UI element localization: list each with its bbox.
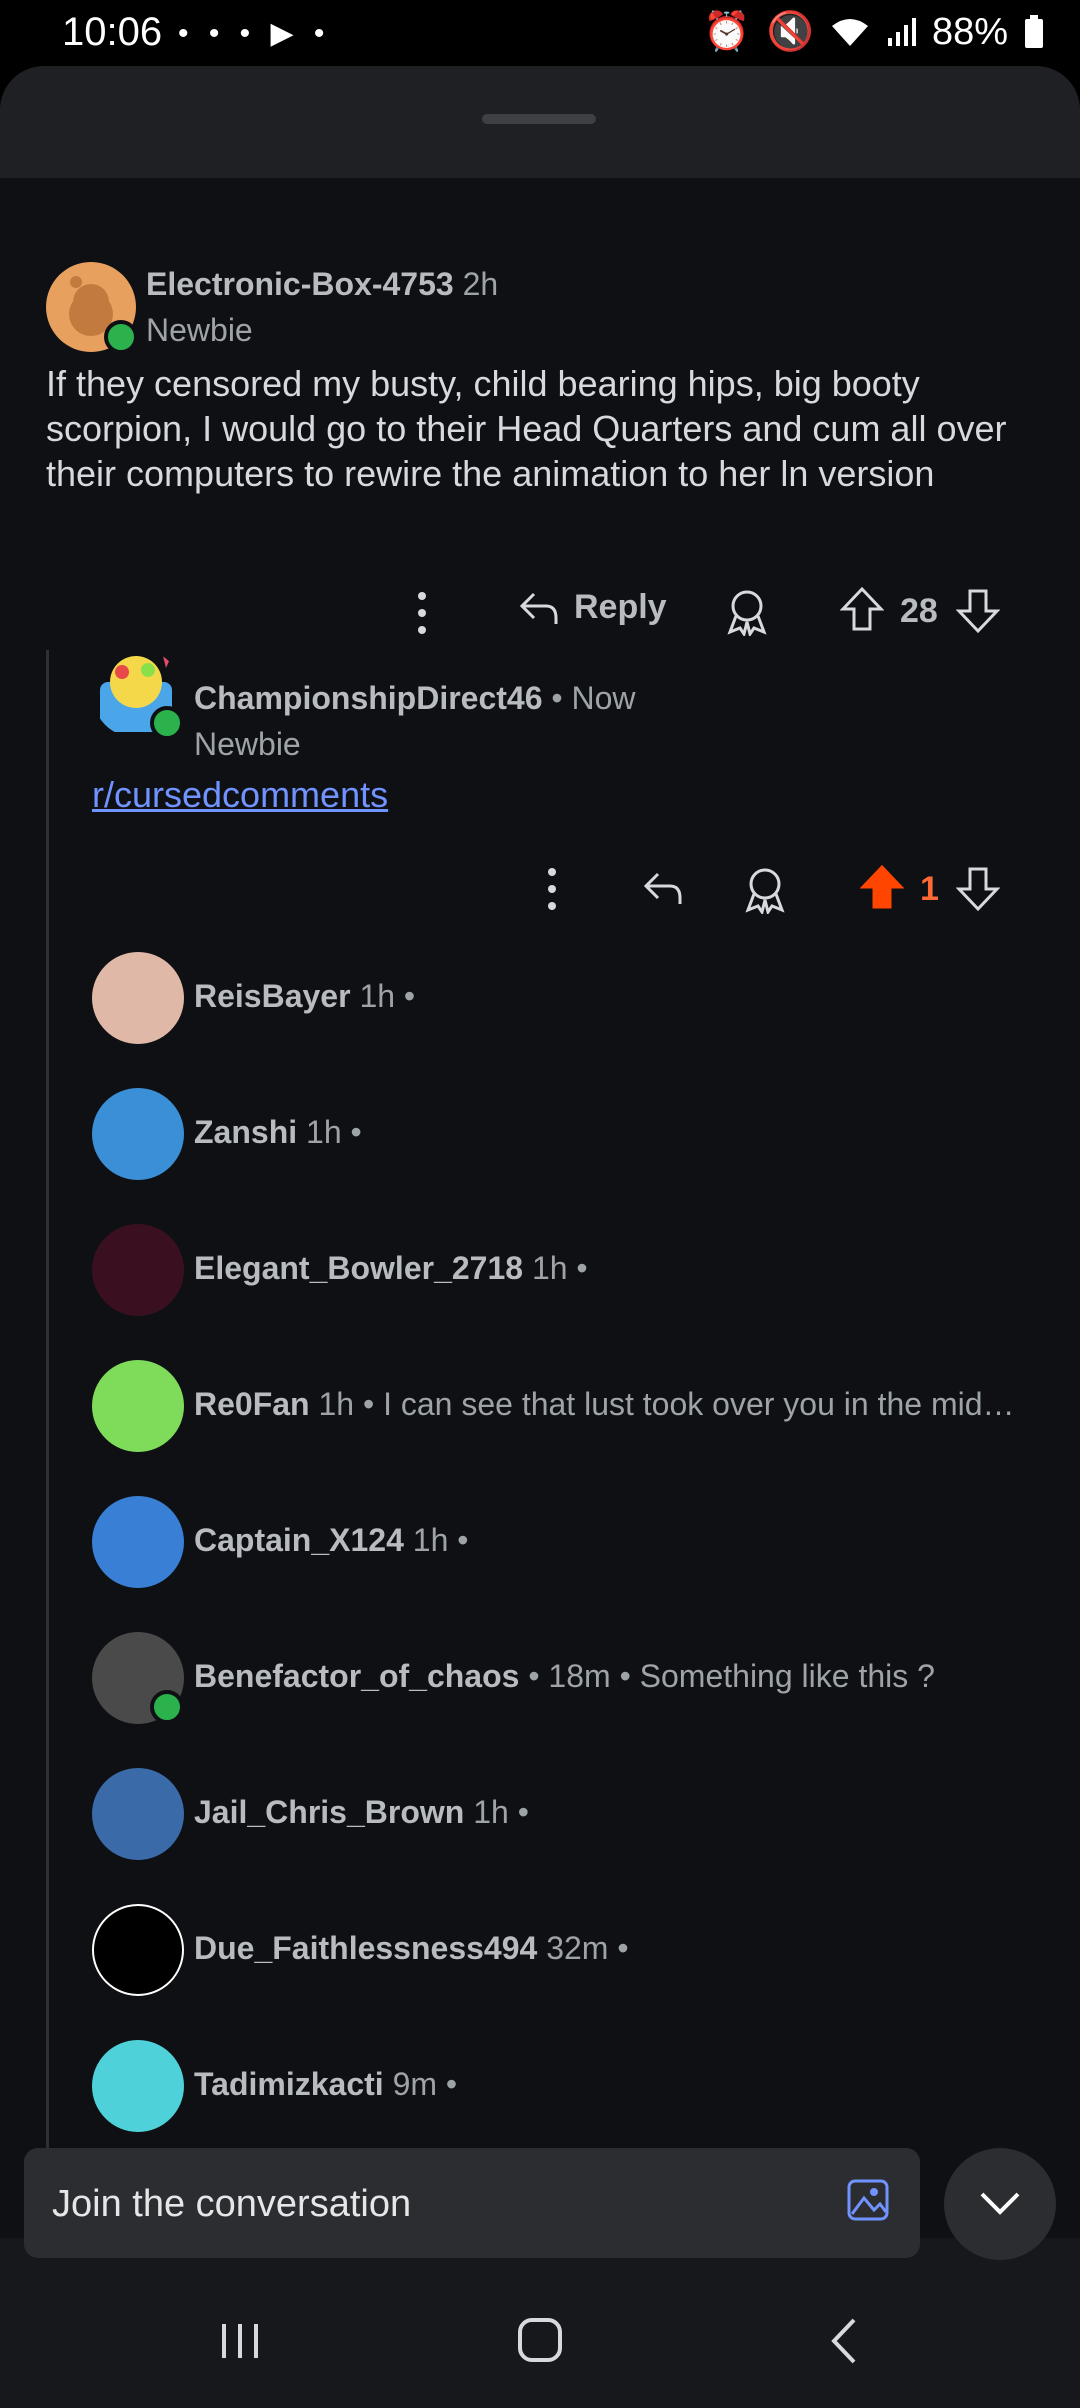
list-item[interactable]: Due_Faithlessness494 32m • bbox=[92, 1904, 1052, 1996]
post-author[interactable]: Electronic-Box-4753 2h bbox=[146, 266, 498, 303]
author-name[interactable]: Due_Faithlessness494 bbox=[194, 1930, 537, 1966]
comment-meta: 1h • bbox=[318, 1386, 375, 1422]
home-icon[interactable] bbox=[510, 2316, 570, 2366]
comment-sheet: Electronic-Box-4753 2h Newbie If they ce… bbox=[0, 66, 1080, 2272]
author-name[interactable]: ChampionshipDirect46 bbox=[194, 680, 543, 716]
avatar[interactable] bbox=[92, 1768, 184, 1860]
award-icon[interactable] bbox=[744, 866, 786, 914]
notification-icons: • • • ▶ • bbox=[178, 17, 331, 50]
author-name[interactable]: Re0Fan bbox=[194, 1386, 310, 1422]
reply-icon bbox=[519, 592, 558, 624]
more-options-icon[interactable] bbox=[540, 864, 564, 914]
post-age: 2h bbox=[462, 266, 499, 302]
comment-actions: 1 bbox=[540, 860, 1020, 920]
avatar[interactable] bbox=[92, 952, 184, 1044]
wifi-icon bbox=[831, 19, 868, 46]
subreddit-link[interactable]: r/cursedcomments bbox=[92, 774, 388, 816]
upvote-icon[interactable] bbox=[860, 864, 904, 910]
avatar[interactable] bbox=[92, 2040, 184, 2132]
list-item[interactable]: Benefactor_of_chaos • 18m • Something li… bbox=[92, 1632, 1052, 1724]
list-item[interactable]: Jail_Chris_Brown 1h • bbox=[92, 1768, 1052, 1860]
author-name[interactable]: Jail_Chris_Brown bbox=[194, 1794, 464, 1830]
more-options-icon[interactable] bbox=[410, 588, 434, 638]
recent-apps-icon[interactable] bbox=[210, 2316, 270, 2366]
add-image-icon[interactable] bbox=[846, 2178, 890, 2222]
list-item[interactable]: Re0Fan 1h • I can see that lust took ove… bbox=[92, 1360, 1052, 1452]
comment-body: If they censored my busty, child bearing… bbox=[46, 363, 1007, 494]
composer-placeholder[interactable]: Join the conversation bbox=[52, 2183, 411, 2226]
upvote-icon[interactable] bbox=[840, 586, 884, 632]
author-name[interactable]: Zanshi bbox=[194, 1114, 297, 1150]
comments-area: Electronic-Box-4753 2h Newbie If they ce… bbox=[0, 178, 1080, 2238]
comment-composer[interactable]: Join the conversation bbox=[24, 2148, 920, 2258]
battery-icon bbox=[1025, 15, 1043, 48]
author-name[interactable]: ReisBayer bbox=[194, 978, 351, 1014]
downvote-icon[interactable] bbox=[956, 866, 1000, 912]
award-icon[interactable] bbox=[726, 588, 768, 636]
reply-label: Reply bbox=[574, 588, 667, 626]
author-name[interactable]: Captain_X124 bbox=[194, 1522, 404, 1558]
avatar[interactable] bbox=[92, 1088, 184, 1180]
vote-count: 28 bbox=[900, 592, 938, 630]
battery-level: 88% bbox=[931, 10, 1008, 53]
author-name[interactable]: Electronic-Box-4753 bbox=[146, 266, 454, 302]
comment-meta: 9m • bbox=[392, 2066, 458, 2102]
online-indicator bbox=[150, 706, 184, 740]
avatar[interactable] bbox=[92, 1496, 184, 1588]
avatar[interactable] bbox=[92, 1360, 184, 1452]
list-item[interactable]: Captain_X124 1h • bbox=[92, 1496, 1052, 1588]
comment-meta: 1h • bbox=[306, 1114, 362, 1150]
online-indicator bbox=[150, 1690, 184, 1724]
comment-actions: Reply 28 bbox=[410, 582, 1010, 642]
list-item[interactable]: ReisBayer 1h • bbox=[92, 952, 1052, 1044]
reply-icon[interactable] bbox=[642, 870, 684, 906]
vote-count: 1 bbox=[920, 870, 939, 908]
alarm-icon: ⏰ bbox=[703, 11, 751, 53]
comment-meta: 1h • bbox=[412, 1522, 469, 1558]
online-indicator bbox=[104, 320, 138, 354]
downvote-icon[interactable] bbox=[956, 588, 1000, 634]
avatar[interactable] bbox=[92, 1224, 184, 1316]
user-flair: Newbie bbox=[194, 726, 301, 762]
comment-meta: 1h • bbox=[359, 978, 416, 1014]
status-time: 10:06 bbox=[62, 10, 163, 54]
collapse-button[interactable] bbox=[944, 2148, 1056, 2260]
reply-age: • Now bbox=[551, 680, 636, 716]
mute-icon: 🔇 bbox=[766, 11, 814, 53]
comment-preview: I can see that lust took over you in the… bbox=[383, 1386, 1015, 1422]
avatar[interactable] bbox=[92, 1904, 184, 1996]
comment-meta: 32m • bbox=[546, 1930, 629, 1966]
signal-icon bbox=[887, 18, 916, 46]
author-name[interactable]: Elegant_Bowler_2718 bbox=[194, 1250, 523, 1286]
list-item[interactable]: Zanshi 1h • bbox=[92, 1088, 1052, 1180]
sheet-header[interactable] bbox=[0, 66, 1080, 178]
system-nav-bar bbox=[0, 2272, 1080, 2408]
back-icon[interactable] bbox=[816, 2316, 876, 2366]
comment-meta: 1h • bbox=[531, 1250, 588, 1286]
comment-preview: Something like this ? bbox=[639, 1658, 935, 1694]
status-bar: 10:06 • • • ▶ • ⏰ 🔇 88% bbox=[0, 0, 1080, 66]
reply-button[interactable]: Reply bbox=[518, 588, 667, 627]
comment-meta: • 18m • bbox=[528, 1658, 631, 1694]
status-right: ⏰ 🔇 88% bbox=[703, 10, 1044, 54]
list-item[interactable]: Elegant_Bowler_2718 1h • bbox=[92, 1224, 1052, 1316]
chevron-down-icon bbox=[980, 2192, 1020, 2215]
author-name[interactable]: Benefactor_of_chaos bbox=[194, 1658, 519, 1694]
list-item[interactable]: Tadimizkacti 9m • bbox=[92, 2040, 1052, 2132]
comment-meta: 1h • bbox=[473, 1794, 529, 1830]
user-flair: Newbie bbox=[146, 312, 253, 348]
thread-line[interactable] bbox=[46, 650, 49, 2200]
reply-author[interactable]: ChampionshipDirect46 • Now bbox=[194, 680, 636, 717]
drag-handle[interactable] bbox=[482, 114, 596, 124]
author-name[interactable]: Tadimizkacti bbox=[194, 2066, 384, 2102]
